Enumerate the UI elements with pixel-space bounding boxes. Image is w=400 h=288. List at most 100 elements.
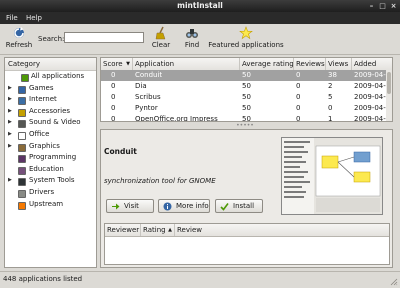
column-average-rating[interactable]: Average rating bbox=[240, 58, 294, 70]
search-input[interactable] bbox=[64, 32, 144, 43]
table-cell: Conduit bbox=[135, 71, 163, 79]
maximize-icon[interactable]: □ bbox=[378, 2, 387, 10]
category-item[interactable]: ▶ Sound & Video bbox=[5, 117, 96, 129]
expander-arrow-icon[interactable]: ▶ bbox=[8, 94, 12, 106]
category-sidebar: Category All applications ▶ Games ▶ Internet… bbox=[4, 57, 97, 268]
category-item[interactable]: ▶ Graphics bbox=[5, 141, 96, 153]
table-cell: 5 bbox=[328, 93, 333, 101]
visit-arrow-icon bbox=[112, 203, 120, 210]
expander-arrow-icon[interactable]: ▶ bbox=[8, 141, 12, 153]
category-item[interactable]: Education bbox=[5, 164, 96, 176]
minimize-icon[interactable]: – bbox=[367, 2, 376, 10]
install-button[interactable]: Install bbox=[215, 199, 263, 213]
category-item[interactable]: ▶ Internet bbox=[5, 94, 96, 106]
column-reviews[interactable]: Reviews bbox=[294, 58, 326, 70]
screenshot-image bbox=[282, 138, 382, 214]
expander-arrow-icon[interactable]: ▶ bbox=[8, 129, 12, 141]
refresh-button[interactable]: Refresh bbox=[4, 26, 34, 49]
close-icon[interactable]: × bbox=[389, 2, 398, 10]
install-label: Install bbox=[233, 202, 255, 210]
table-cell: 1 bbox=[328, 115, 333, 122]
table-cell: 0 bbox=[296, 93, 301, 101]
table-cell: 0 bbox=[296, 82, 301, 90]
category-item[interactable]: ▶ Games bbox=[5, 83, 96, 95]
category-item[interactable]: Drivers bbox=[5, 187, 96, 199]
search-label: Search: bbox=[38, 35, 65, 43]
window-title: mintInstall bbox=[177, 1, 223, 10]
column-application[interactable]: Application bbox=[133, 58, 240, 70]
applications-scrollbar[interactable] bbox=[386, 70, 392, 121]
table-cell: Scribus bbox=[135, 93, 161, 101]
category-icon bbox=[18, 166, 26, 175]
table-cell: 50 bbox=[242, 93, 251, 101]
category-icon bbox=[18, 201, 26, 210]
category-item[interactable]: All applications bbox=[5, 71, 96, 83]
table-row[interactable]: 0 Scribus 50 0 5 2009-04-15 bbox=[101, 92, 392, 103]
table-row[interactable]: 0 Pyntor 50 0 0 2009-04-15 bbox=[101, 103, 392, 114]
install-check-icon bbox=[220, 203, 229, 211]
expander-arrow-icon[interactable]: ▶ bbox=[8, 117, 12, 129]
category-icon bbox=[18, 108, 26, 117]
category-icon bbox=[21, 74, 29, 82]
expander-arrow-icon[interactable]: ▶ bbox=[8, 83, 12, 95]
refresh-label: Refresh bbox=[5, 41, 33, 49]
table-cell: 0 bbox=[296, 115, 301, 122]
category-item[interactable]: ▶ Accessories bbox=[5, 106, 96, 118]
expander-arrow-icon[interactable]: ▶ bbox=[8, 175, 12, 187]
expander-arrow-icon[interactable]: ▶ bbox=[8, 106, 12, 118]
menu-bar: File Help bbox=[0, 12, 400, 24]
table-row[interactable]: 0 Conduit 50 0 38 2009-04-1 bbox=[101, 70, 392, 81]
featured-applications-button[interactable]: Featured applications bbox=[207, 26, 285, 49]
table-cell: 50 bbox=[242, 71, 251, 79]
table-cell: 0 bbox=[296, 71, 301, 79]
category-icon bbox=[18, 85, 26, 94]
category-label: All applications bbox=[31, 72, 85, 80]
column-rating[interactable]: Rating ▲ bbox=[141, 224, 175, 236]
column-review[interactable]: Review bbox=[175, 224, 389, 236]
column-views[interactable]: Views bbox=[326, 58, 352, 70]
table-cell: OpenOffice.org Impress bbox=[135, 115, 218, 122]
category-label: System Tools bbox=[29, 176, 75, 185]
column-score[interactable]: Score ▼ bbox=[101, 58, 133, 70]
clear-button[interactable]: Clear bbox=[148, 26, 174, 49]
category-item[interactable]: Programming bbox=[5, 152, 96, 164]
app-screenshot[interactable] bbox=[281, 137, 383, 215]
table-cell: 0 bbox=[296, 104, 301, 112]
title-bar[interactable]: mintInstall – □ × bbox=[0, 0, 400, 12]
category-list: All applications ▶ Games ▶ Internet ▶ Accessor… bbox=[5, 71, 96, 210]
category-icon bbox=[18, 120, 26, 129]
find-button[interactable]: Find bbox=[180, 26, 204, 49]
table-cell: Dia bbox=[135, 82, 147, 90]
category-label: Office bbox=[29, 129, 50, 138]
table-cell: Pyntor bbox=[135, 104, 158, 112]
category-icon bbox=[18, 131, 26, 140]
category-icon bbox=[18, 143, 26, 152]
resize-grip-icon[interactable] bbox=[390, 278, 398, 286]
category-label: Games bbox=[29, 83, 54, 92]
menu-file[interactable]: File bbox=[3, 12, 21, 24]
table-cell: 50 bbox=[242, 104, 251, 112]
clear-label: Clear bbox=[151, 41, 171, 49]
category-header[interactable]: Category bbox=[5, 58, 96, 71]
category-item[interactable]: ▶ Office bbox=[5, 129, 96, 141]
column-reviewer[interactable]: Reviewer bbox=[105, 224, 141, 236]
category-item[interactable]: Upstream bbox=[5, 199, 96, 211]
table-cell: 50 bbox=[242, 115, 251, 122]
category-label: Accessories bbox=[29, 106, 71, 115]
category-icon bbox=[18, 178, 26, 187]
applications-table: Score ▼ Application Average rating Revie… bbox=[100, 57, 393, 122]
find-label: Find bbox=[184, 41, 200, 49]
more-info-button[interactable]: More info bbox=[158, 199, 210, 213]
category-item[interactable]: ▶ System Tools bbox=[5, 175, 96, 187]
info-icon bbox=[163, 202, 172, 211]
column-added[interactable]: Added bbox=[352, 58, 392, 70]
status-bar: 448 applications listed bbox=[0, 271, 400, 288]
more-info-label: More info bbox=[176, 202, 209, 210]
category-icon bbox=[18, 97, 26, 106]
menu-help[interactable]: Help bbox=[23, 12, 45, 24]
table-row[interactable]: 0 Dia 50 0 2 2009-04-15 bbox=[101, 81, 392, 92]
reviews-table-header: Reviewer Rating ▲ Review bbox=[105, 224, 389, 237]
visit-button[interactable]: Visit bbox=[106, 199, 154, 213]
table-row[interactable]: 0 OpenOffice.org Impress 50 0 1 2009-04-15 bbox=[101, 114, 392, 122]
scrollbar-thumb[interactable] bbox=[387, 72, 391, 94]
